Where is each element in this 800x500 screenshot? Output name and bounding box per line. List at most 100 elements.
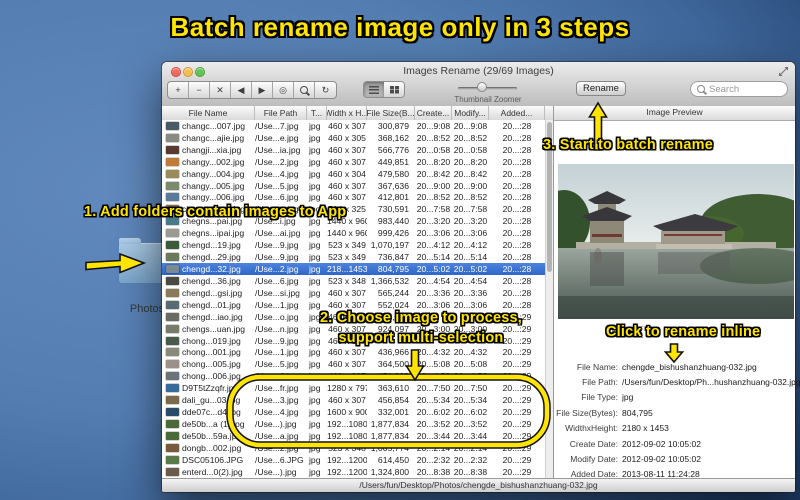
- table-row[interactable]: chong...006.jpg/Use...6.jpg jpg 460 x 307 4…: [162, 370, 545, 382]
- table-row[interactable]: chong...001.jpg/Use...1.jpg jpg 460 x 307 4…: [162, 347, 545, 359]
- table-row[interactable]: chengd...36.jpg/Use...6.jpg jpg 523 x 348 1…: [162, 275, 545, 287]
- cell-size: 730,591: [377, 204, 409, 215]
- cell-name: chengd...32.jpg: [182, 264, 241, 275]
- thumbnail-zoomer-label: Thumbnail Zoomer: [454, 95, 522, 104]
- field-value[interactable]: 2012-09-02 10:05:02: [622, 454, 701, 464]
- cell-size: 364,500: [377, 359, 409, 370]
- cell-dim: 523 x 349: [328, 240, 366, 251]
- cell-name: chong...006.jpg: [182, 371, 241, 382]
- cell-name: changy...006.jpg: [182, 192, 245, 203]
- cell-modify: 20...7:58: [453, 204, 488, 215]
- table-scrollbar[interactable]: [545, 120, 553, 478]
- file-thumbnail: [166, 420, 179, 428]
- previous-button[interactable]: ◀: [231, 82, 252, 98]
- table-row[interactable]: changji...xia.jpg/Use...ia.jpg jpg 460 x 3…: [162, 144, 545, 156]
- table-row[interactable]: dongb...002.jpg/Use...2.jpg jpg 523 x 348 1…: [162, 442, 545, 454]
- file-thumbnail: [166, 121, 179, 130]
- column-type[interactable]: T...: [307, 106, 327, 120]
- table-row[interactable]: chong...005.jpg/Use...5.jpg jpg 460 x 307 3…: [162, 358, 545, 370]
- field-value[interactable]: 2012-09-02 10:05:02: [622, 439, 701, 449]
- column-file-name[interactable]: File Name: [162, 106, 255, 120]
- cell-modify: 20...0:58: [453, 144, 488, 155]
- cell-dim: 460 x 307: [328, 192, 366, 203]
- table-row[interactable]: dali_gu...03.jpg/Use...3.jpg jpg 460 x 307…: [162, 394, 545, 406]
- field-value[interactable]: 2180 x 1453: [622, 423, 669, 433]
- cell-name: chengd...gsi.jpg: [182, 287, 243, 298]
- table-row[interactable]: changy...006.jpg/Use...6.jpg jpg 460 x 307…: [162, 192, 545, 204]
- file-thumbnail: [166, 348, 179, 357]
- cell-create: 20...3:52: [416, 419, 451, 429]
- cell-path: /Use...2.jpg: [255, 442, 299, 453]
- column-added[interactable]: Added...: [489, 106, 545, 120]
- cell-create: 20...4:32: [416, 347, 451, 358]
- cell-added: 20...:28: [502, 180, 532, 191]
- grid-view-button[interactable]: [384, 82, 404, 97]
- cell-name: chengs...uan.jpg: [182, 323, 246, 334]
- search-icon: [697, 85, 705, 93]
- field-value[interactable]: /Users/fun/Desktop/Ph...hushanzhuang-032…: [622, 377, 800, 387]
- cell-name: dongb...002.jpg: [182, 442, 242, 453]
- field-value[interactable]: jpg: [622, 392, 633, 402]
- table-row[interactable]: de50b...59a.jpg/Use...a.jpg jpg 192...1080…: [162, 430, 545, 442]
- next-button[interactable]: ▶: [252, 82, 273, 98]
- cell-path: /Use...3.jpg: [255, 395, 299, 406]
- table-row[interactable]: chengd...gsi.jpg/Use...si.jpg jpg 460 x 30…: [162, 287, 545, 299]
- search-placeholder: Search: [709, 83, 740, 95]
- cell-create: 20...4:12: [416, 240, 451, 251]
- table-row[interactable]: enterd...0(2).jpg/Use...).jpg jpg 192...12…: [162, 466, 545, 478]
- column-width-height[interactable]: Width x H...: [327, 106, 367, 120]
- column-create[interactable]: Create...: [415, 106, 452, 120]
- view-mode-toggle: [363, 81, 405, 98]
- table-row[interactable]: changy...005.jpg/Use...5.jpg jpg 460 x 307…: [162, 180, 545, 192]
- field-value[interactable]: 804,795: [622, 408, 653, 418]
- preview-button[interactable]: ◎: [273, 82, 294, 98]
- cell-path: /Use...si.jpg: [255, 287, 300, 298]
- cell-dim: 1600 x 900: [327, 407, 367, 418]
- cell-dim: 1440 x 960: [327, 228, 367, 239]
- fullscreen-icon[interactable]: [778, 66, 789, 77]
- cell-size: 332,001: [377, 407, 409, 418]
- grid-view-icon: [389, 85, 399, 94]
- column-modify[interactable]: Modify...: [452, 106, 489, 120]
- refresh-button[interactable]: ↻: [315, 82, 336, 98]
- cell-create: 20...8:38: [416, 466, 451, 477]
- cell-size: 565,244: [377, 287, 409, 298]
- field-value[interactable]: chengde_bishushanzhuang-032.jpg: [622, 362, 757, 372]
- cell-added: 20...:28: [502, 264, 532, 275]
- cell-name: changc...007.jpg: [182, 120, 246, 131]
- remove-button[interactable]: −: [189, 82, 210, 98]
- table-row[interactable]: de50b...a (1).jpg/Use...).jpg jpg 192...10…: [162, 418, 545, 430]
- preview-field-row: File Size(Bytes): 804,795: [554, 405, 796, 420]
- cell-name: chengd...36.jpg: [182, 275, 241, 286]
- rename-inline-annotation: Click to rename inline: [606, 324, 761, 340]
- add-button[interactable]: +: [168, 82, 189, 98]
- cell-size: 1,070,197: [370, 240, 409, 251]
- cell-path: /Use...9.jpg: [255, 252, 299, 263]
- file-thumbnail: [166, 431, 179, 440]
- table-row[interactable]: changc...007.jpg/Use...7.jpg jpg 460 x 307…: [162, 120, 545, 132]
- table-row[interactable]: changy...004.jpg/Use...4.jpg jpg 460 x 304…: [162, 168, 545, 180]
- file-thumbnail: [166, 193, 179, 202]
- cell-added: 20...:29: [502, 430, 532, 441]
- table-row[interactable]: chegns...ipai.jpg/Use...ai.jpg jpg 1440 x …: [162, 227, 545, 239]
- cell-added: 20...:28: [502, 228, 532, 239]
- delete-button[interactable]: ✕: [210, 82, 231, 98]
- list-view-button[interactable]: [364, 82, 384, 97]
- table-row[interactable]: chengd...29.jpg/Use...9.jpg jpg 523 x 349 7…: [162, 251, 545, 263]
- cell-type: jpg: [309, 120, 321, 131]
- table-row[interactable]: dde07c...d4.jpg/Use...4.jpg jpg 1600 x 900…: [162, 406, 545, 418]
- cell-name: dde07c...d4.jpg: [182, 407, 241, 418]
- search-input[interactable]: Search: [690, 81, 788, 97]
- thumbnail-zoomer-track[interactable]: [458, 87, 517, 90]
- table-row[interactable]: DSC05106.JPG/Use...6.JPG jpg 192...1200 614…: [162, 454, 545, 466]
- table-row[interactable]: changy...002.jpg/Use...2.jpg jpg 460 x 307…: [162, 156, 545, 168]
- rename-button[interactable]: Rename: [576, 81, 626, 96]
- table-row[interactable]: chengd...32.jpg/Use...2.jpg jpg 218...1453…: [162, 263, 545, 275]
- column-file-size[interactable]: File Size(B...: [367, 106, 415, 120]
- table-row[interactable]: D9T5tZzqfr.jpg/Use...fr.jpg jpg 1280 x 797…: [162, 382, 545, 394]
- thumbnail-zoomer-knob[interactable]: [477, 82, 487, 92]
- search-button[interactable]: [294, 82, 315, 98]
- table-row[interactable]: changc...ajie.jpg/Use...e.jpg jpg 460 x 30…: [162, 132, 545, 144]
- column-file-path[interactable]: File Path: [255, 106, 307, 120]
- table-row[interactable]: chengd...19.jpg/Use...9.jpg jpg 523 x 349 1…: [162, 239, 545, 251]
